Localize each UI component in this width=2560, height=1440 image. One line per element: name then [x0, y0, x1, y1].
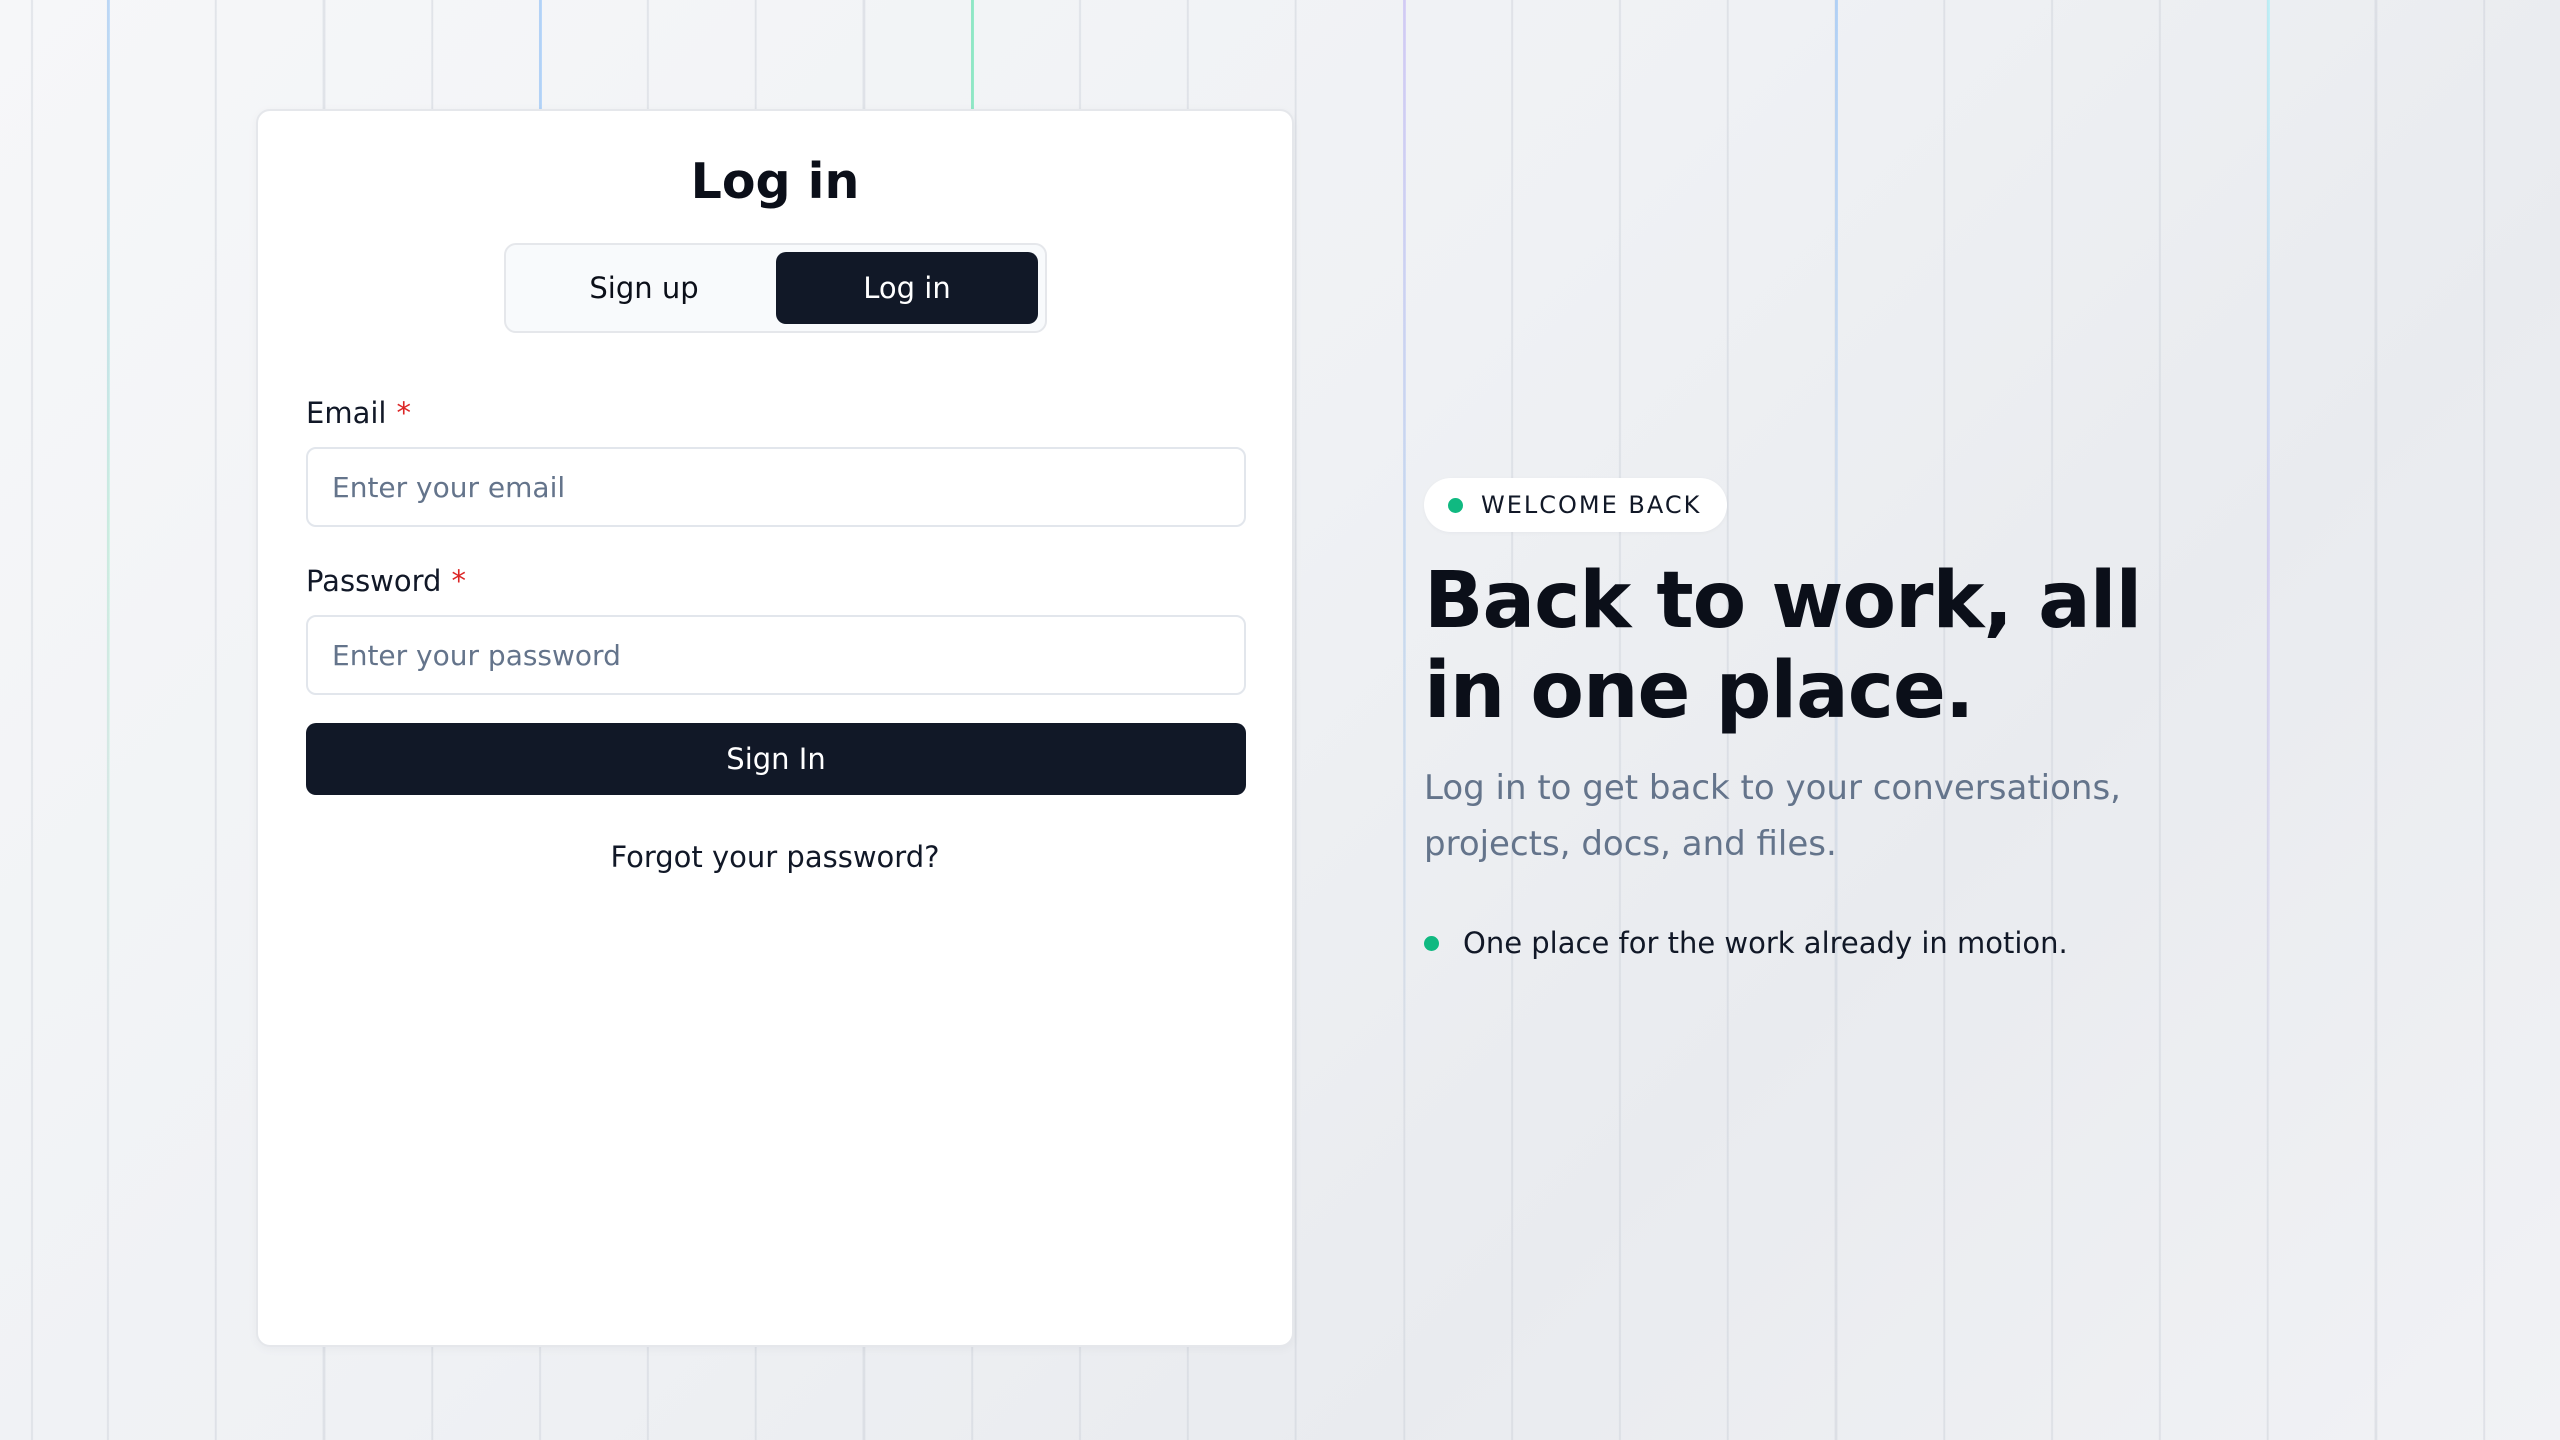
background-accent-line [539, 0, 542, 110]
bullet-dot-icon [1424, 935, 1439, 951]
list-item: One place for the work already in motion… [1424, 926, 2244, 960]
password-label-text: Password [306, 564, 442, 598]
tab-log-in[interactable]: Log in [776, 252, 1038, 324]
hero-section: WELCOME BACK Back to work, all in one pl… [1424, 478, 2244, 960]
email-label: Email * [306, 395, 411, 431]
background-accent-line [971, 0, 974, 110]
password-label: Password * [306, 563, 466, 599]
hero-title: Back to work, all in one place. [1424, 556, 2142, 736]
required-asterisk: * [396, 396, 411, 430]
login-card-title: Log in [690, 153, 860, 210]
hero-subtitle: Log in to get back to your conversations… [1424, 768, 2121, 864]
background-accent-line [1403, 0, 1406, 1120]
sign-in-button[interactable]: Sign In [306, 723, 1246, 795]
background-accent-line [107, 0, 110, 1050]
email-field[interactable] [306, 447, 1246, 527]
welcome-badge: WELCOME BACK [1424, 478, 1728, 532]
email-label-text: Email [306, 396, 387, 430]
welcome-badge-text: WELCOME BACK [1481, 491, 1702, 519]
status-dot-icon [1448, 497, 1463, 513]
password-field[interactable] [306, 615, 1246, 695]
tab-sign-up[interactable]: Sign up [513, 252, 775, 324]
auth-tabs: Sign up Log in [504, 243, 1047, 333]
required-asterisk: * [451, 564, 466, 598]
forgot-password-link[interactable]: Forgot your password? [258, 839, 1292, 875]
background-accent-line [2267, 0, 2270, 1120]
login-card: Log in Sign up Log in Email * Password * S… [256, 109, 1294, 1347]
bullet-text: One place for the work already in motion… [1463, 926, 2068, 960]
